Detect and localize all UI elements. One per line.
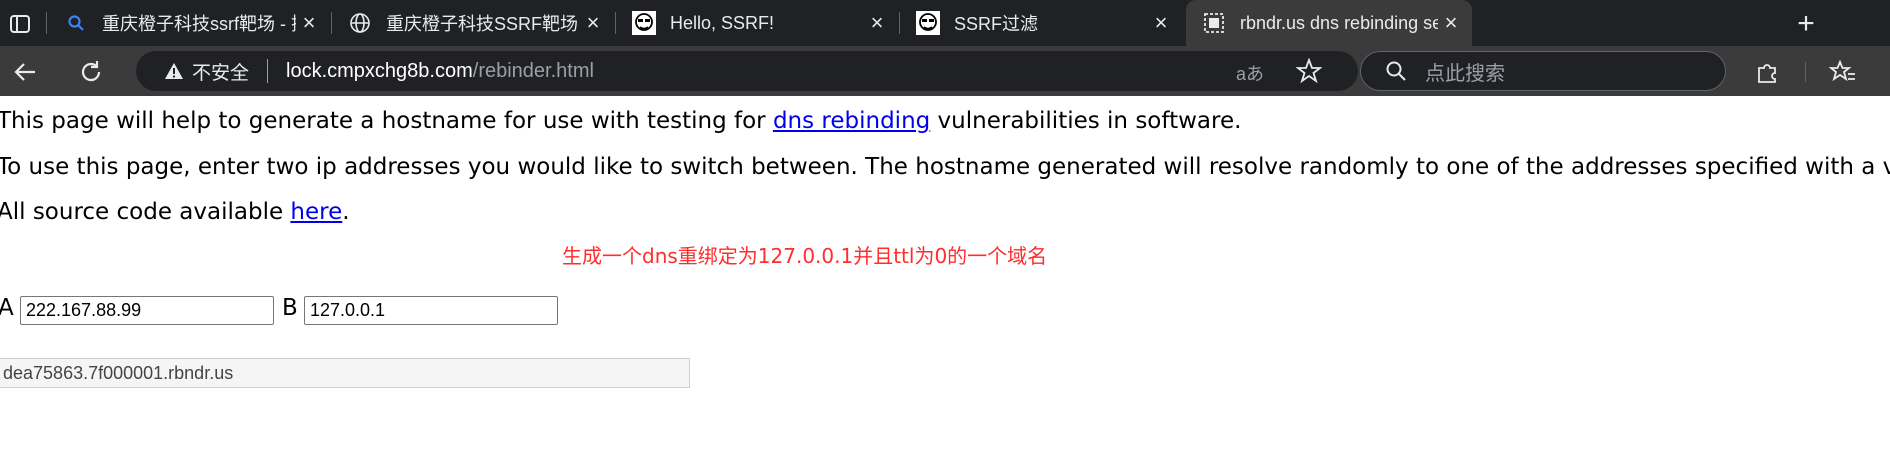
new-tab-button[interactable]: + <box>1790 7 1822 40</box>
close-icon[interactable]: × <box>296 10 322 36</box>
puzzle-icon <box>1758 64 1776 83</box>
page-content: This page will help to generate a hostna… <box>0 96 1890 450</box>
usage-paragraph: To use this page, enter two ip addresses… <box>0 154 1890 180</box>
close-icon[interactable]: × <box>1148 10 1174 36</box>
search-icon <box>64 11 88 35</box>
tab-ssrf-filter[interactable]: SSRF过滤 × <box>900 0 1182 46</box>
refresh-icon <box>81 61 101 82</box>
close-icon[interactable]: × <box>1438 10 1464 36</box>
avatar-icon <box>632 11 656 35</box>
tab-title: 重庆橙子科技SSRF靶场 <box>386 14 579 34</box>
ip-b-input[interactable] <box>304 296 558 325</box>
address-bar[interactable]: 不安全 lock.cmpxchg8b.com/rebinder.html aあ <box>136 51 1358 91</box>
favorites-button[interactable] <box>1826 55 1860 89</box>
tab-title: rbndr.us dns rebinding service <box>1240 12 1438 33</box>
hostname-result[interactable]: dea75863.7f000001.rbndr.us <box>0 358 690 388</box>
favorites-list-icon <box>1829 59 1855 82</box>
toolbar-separator <box>1805 62 1806 82</box>
search-box[interactable]: 点此搜索 <box>1360 51 1726 91</box>
search-placeholder: 点此搜索 <box>1425 62 1505 85</box>
intro-text-end: vulnerabilities in software. <box>930 108 1242 134</box>
refresh-button[interactable] <box>74 55 108 89</box>
read-aloud-icon[interactable]: aあ <box>1236 60 1264 86</box>
page-icon <box>1202 11 1226 35</box>
tab-ssrf-range[interactable]: 重庆橙子科技SSRF靶场 × <box>332 0 614 46</box>
source-code-link[interactable]: here <box>290 199 342 225</box>
label-a: A <box>0 295 14 321</box>
address-divider <box>267 59 269 83</box>
security-label[interactable]: 不安全 <box>192 58 249 85</box>
source-paragraph: All source code available here. <box>0 199 350 225</box>
intro-text: This page will help to generate a hostna… <box>0 108 773 134</box>
back-arrow-icon <box>14 63 35 81</box>
extensions-button[interactable] <box>1750 55 1784 89</box>
favorite-star-icon[interactable] <box>1296 58 1322 84</box>
url-host[interactable]: lock.cmpxchg8b.com <box>286 60 473 83</box>
label-b: B <box>282 295 298 321</box>
tab-title: Hello, SSRF! <box>670 12 775 33</box>
tab-title: SSRF过滤 <box>954 14 1039 34</box>
intro-paragraph: This page will help to generate a hostna… <box>0 108 1241 134</box>
tab-title: 重庆橙子科技ssrf靶场 - 搜索 <box>102 14 296 34</box>
globe-icon <box>348 11 372 35</box>
close-icon[interactable]: × <box>580 10 606 36</box>
tab-search[interactable]: 重庆橙子科技ssrf靶场 - 搜索 × <box>48 0 330 46</box>
tab-strip: 重庆橙子科技ssrf靶场 - 搜索 × 重庆橙子科技SSRF靶场 × Hello… <box>0 0 1890 46</box>
back-button[interactable] <box>8 55 42 89</box>
close-icon[interactable]: × <box>864 10 890 36</box>
source-text: All source code available <box>0 199 291 225</box>
tab-hello-ssrf[interactable]: Hello, SSRF! × <box>616 0 898 46</box>
search-icon <box>1386 61 1406 81</box>
tab-rbndr[interactable]: rbndr.us dns rebinding service × <box>1186 0 1472 46</box>
url-path[interactable]: /rebinder.html <box>473 60 594 83</box>
dns-rebinding-link[interactable]: dns rebinding <box>773 108 930 134</box>
tab-actions-icon[interactable] <box>6 10 34 38</box>
annotation-note: 生成一个dns重绑定为127.0.0.1并且ttl为0的一个域名 <box>562 244 1048 268</box>
warning-icon[interactable] <box>164 61 184 81</box>
toolbar: 不安全 lock.cmpxchg8b.com/rebinder.html aあ … <box>0 46 1890 96</box>
tab-separator <box>46 12 47 34</box>
ip-a-input[interactable] <box>20 296 274 325</box>
source-text-end: . <box>342 199 350 225</box>
avatar-icon <box>916 11 940 35</box>
